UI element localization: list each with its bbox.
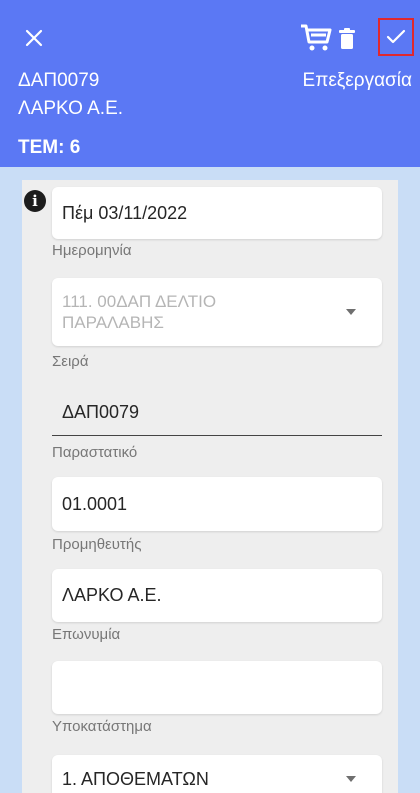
supplier-name: ΛΑΡΚΟ Α.Ε. [18,98,124,119]
cart-button[interactable] [296,20,336,56]
chevron-down-icon [346,309,356,315]
info-icon[interactable]: i [24,190,46,212]
series-value: 111. 00ΔΑΠ ΔΕΛΤΙΟ ΠΑΡΑΛΑΒΗΣ [62,292,217,332]
chevron-down-icon [346,776,356,782]
supplier-label: Προμηθευτής [52,536,142,553]
date-value: Πέμ 03/11/2022 [62,202,188,223]
series-select[interactable]: 111. 00ΔΑΠ ΔΕΛΤΙΟ ΠΑΡΑΛΑΒΗΣ [52,278,382,346]
close-button[interactable] [18,22,50,54]
check-icon [386,29,406,44]
app-header: ΔΑΠ0079 ΛΑΡΚΟ Α.Ε. Επεξεργασία ΤΕΜ: 6 [0,0,420,167]
company-label: Επωνυμία [52,626,121,643]
document-label: Παραστατικό [52,444,138,461]
company-value: ΛΑΡΚΟ Α.Ε. [62,585,162,605]
branch-field[interactable] [52,661,382,714]
form-panel: i Πέμ 03/11/2022 Ημερομηνία 111. 00ΔΑΠ Δ… [22,180,398,793]
edit-mode-label: Επεξεργασία [302,70,412,91]
series-label: Σειρά [52,353,89,370]
item-count: ΤΕΜ: 6 [18,137,81,158]
warehouse-value: 1. ΑΠΟΘΕΜΑΤΩΝ [62,768,209,789]
close-icon [25,29,43,47]
company-field[interactable]: ΛΑΡΚΟ Α.Ε. [52,569,382,622]
date-label: Ημερομηνία [52,242,132,259]
warehouse-select[interactable]: 1. ΑΠΟΘΕΜΑΤΩΝ [52,755,382,793]
trash-icon [339,28,355,49]
supplier-value: 01.0001 [62,493,128,514]
cart-icon [301,24,332,51]
save-button[interactable] [378,18,414,56]
document-input[interactable]: ΔΑΠ0079 [52,390,382,436]
document-code: ΔΑΠ0079 [18,70,100,91]
delete-button[interactable] [331,22,363,56]
date-field[interactable]: Πέμ 03/11/2022 [52,187,382,239]
supplier-field[interactable]: 01.0001 [52,477,382,531]
branch-label: Υποκατάστημα [52,718,152,735]
document-value: ΔΑΠ0079 [62,402,140,422]
